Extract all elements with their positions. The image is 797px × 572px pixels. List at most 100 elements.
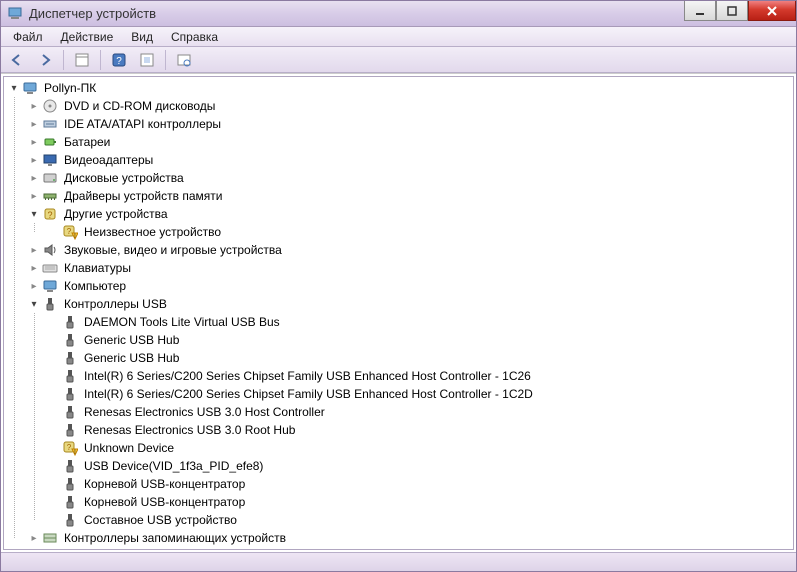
expand-arrow-icon[interactable] <box>26 245 42 256</box>
device-icon <box>42 188 58 204</box>
expand-arrow-icon[interactable] <box>26 173 42 184</box>
tree-node-label: Видеоадаптеры <box>62 152 155 168</box>
expand-arrow-icon[interactable] <box>26 101 42 112</box>
tree-node[interactable]: Renesas Electronics USB 3.0 Host Control… <box>46 403 793 421</box>
device-icon <box>42 206 58 222</box>
expand-arrow-icon[interactable] <box>26 299 42 310</box>
device-icon <box>62 458 78 474</box>
maximize-button[interactable] <box>716 1 748 21</box>
device-icon <box>62 476 78 492</box>
device-tree-pane[interactable]: Pollyn-ПКDVD и CD-ROM дисководы IDE ATA/A… <box>3 76 794 550</box>
device-icon <box>62 368 78 384</box>
device-icon <box>62 332 78 348</box>
device-icon <box>62 314 78 330</box>
tree-node[interactable]: Контроллеры запоминающих устройств <box>26 529 793 547</box>
tree-node[interactable]: Корневой USB-концентратор <box>46 475 793 493</box>
content-area: Pollyn-ПКDVD и CD-ROM дисководы IDE ATA/A… <box>1 73 796 552</box>
expand-arrow-icon[interactable] <box>26 155 42 166</box>
tree-node[interactable]: Корневой USB-концентратор <box>46 493 793 511</box>
tree-node-label: Другие устройства <box>62 206 170 222</box>
toolbar-separator <box>165 50 166 70</box>
tree-node[interactable]: USB Device(VID_1f3a_PID_efe8) <box>46 457 793 475</box>
computer-icon <box>22 80 38 96</box>
tree-root[interactable]: Pollyn-ПК <box>6 79 793 97</box>
tree-node[interactable]: Unknown Device <box>46 439 793 457</box>
expand-arrow-icon[interactable] <box>26 263 42 274</box>
menu-view[interactable]: Вид <box>123 28 161 46</box>
menu-file[interactable]: Файл <box>5 28 51 46</box>
tree-node[interactable]: Дисковые устройства <box>26 169 793 187</box>
close-button[interactable] <box>748 1 796 21</box>
menu-action[interactable]: Действие <box>53 28 122 46</box>
scan-hardware-button[interactable] <box>172 49 196 71</box>
tree-node[interactable]: Intel(R) 6 Series/C200 Series Chipset Fa… <box>46 385 793 403</box>
expand-arrow-icon[interactable] <box>26 119 42 130</box>
device-icon <box>62 386 78 402</box>
expand-arrow-icon[interactable] <box>26 533 42 544</box>
tree-node[interactable]: Контроллеры USB <box>26 295 793 313</box>
device-icon <box>42 260 58 276</box>
device-icon <box>62 224 78 240</box>
expand-arrow-icon[interactable] <box>26 191 42 202</box>
device-icon <box>42 242 58 258</box>
device-icon <box>42 278 58 294</box>
tree-node[interactable]: Renesas Electronics USB 3.0 Root Hub <box>46 421 793 439</box>
device-icon <box>42 296 58 312</box>
menubar: Файл Действие Вид Справка <box>1 27 796 47</box>
statusbar <box>1 552 796 571</box>
tree-node[interactable]: Другие устройства <box>26 205 793 223</box>
tree-node-label: Батареи <box>62 134 112 150</box>
tree-node-label: Unknown Device <box>82 440 176 456</box>
show-hide-tree-button[interactable] <box>70 49 94 71</box>
tree-node-label: Звуковые, видео и игровые устройства <box>62 242 284 258</box>
tree-node[interactable]: Батареи <box>26 133 793 151</box>
tree-node-label: Неизвестное устройство <box>82 224 223 240</box>
tree-node-label: IDE ATA/ATAPI контроллеры <box>62 116 223 132</box>
tree-node[interactable]: Звуковые, видео и игровые устройства <box>26 241 793 259</box>
tree-node[interactable]: Intel(R) 6 Series/C200 Series Chipset Fa… <box>46 367 793 385</box>
tree-node[interactable]: DVD и CD-ROM дисководы <box>26 97 793 115</box>
app-icon <box>7 5 23 21</box>
properties-button[interactable] <box>135 49 159 71</box>
toolbar <box>1 47 796 73</box>
tree-node[interactable]: DAEMON Tools Lite Virtual USB Bus <box>46 313 793 331</box>
tree-node-label: Составное USB устройство <box>82 512 239 528</box>
tree-node[interactable]: Составное USB устройство <box>46 511 793 529</box>
tree-node[interactable]: Драйверы устройств памяти <box>26 187 793 205</box>
tree-node[interactable]: Generic USB Hub <box>46 331 793 349</box>
tree-node-label: Generic USB Hub <box>82 350 181 366</box>
device-icon <box>62 422 78 438</box>
tree-node-label: Дисковые устройства <box>62 170 186 186</box>
tree-node[interactable]: IDE ATA/ATAPI контроллеры <box>26 115 793 133</box>
device-icon <box>62 440 78 456</box>
device-icon <box>42 152 58 168</box>
expand-arrow-icon[interactable] <box>6 83 22 94</box>
titlebar[interactable]: Диспетчер устройств <box>1 1 796 27</box>
tree-node[interactable]: Клавиатуры <box>26 259 793 277</box>
tree-node-label: Контроллеры запоминающих устройств <box>62 530 288 546</box>
device-manager-window: Диспетчер устройств Файл Действие Вид Сп… <box>0 0 797 572</box>
tree-node-label: Renesas Electronics USB 3.0 Host Control… <box>82 404 327 420</box>
tree-node-label: USB Device(VID_1f3a_PID_efe8) <box>82 458 265 474</box>
help-button[interactable] <box>107 49 131 71</box>
tree-node-label: Компьютер <box>62 278 128 294</box>
window-title: Диспетчер устройств <box>29 6 156 21</box>
menu-help[interactable]: Справка <box>163 28 226 46</box>
expand-arrow-icon[interactable] <box>26 137 42 148</box>
forward-button[interactable] <box>33 49 57 71</box>
tree-node[interactable]: Неизвестное устройство <box>46 223 793 241</box>
tree-node[interactable]: Видеоадаптеры <box>26 151 793 169</box>
back-button[interactable] <box>5 49 29 71</box>
expand-arrow-icon[interactable] <box>26 209 42 220</box>
tree-node-label: DVD и CD-ROM дисководы <box>62 98 217 114</box>
device-icon <box>42 98 58 114</box>
tree-node[interactable]: Компьютер <box>26 277 793 295</box>
minimize-button[interactable] <box>684 1 716 21</box>
tree-node-label: DAEMON Tools Lite Virtual USB Bus <box>82 314 282 330</box>
tree-node[interactable]: Generic USB Hub <box>46 349 793 367</box>
device-icon <box>42 530 58 546</box>
device-icon <box>62 494 78 510</box>
tree-node-label: Драйверы устройств памяти <box>62 188 224 204</box>
tree-node-label: Intel(R) 6 Series/C200 Series Chipset Fa… <box>82 386 535 402</box>
expand-arrow-icon[interactable] <box>26 281 42 292</box>
